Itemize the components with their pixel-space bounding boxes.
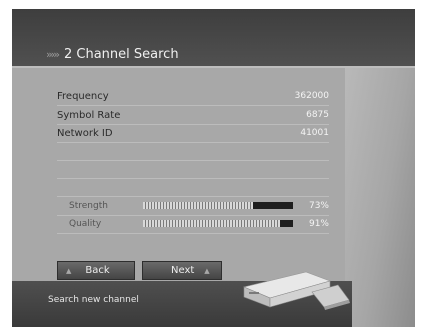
status-text: Search new channel xyxy=(48,295,139,305)
tv-menu-screen: ››››› 2 Channel Search Frequency 362000 … xyxy=(12,9,415,327)
set-top-box-illustration xyxy=(243,271,350,310)
set-top-box-icon xyxy=(243,271,331,308)
